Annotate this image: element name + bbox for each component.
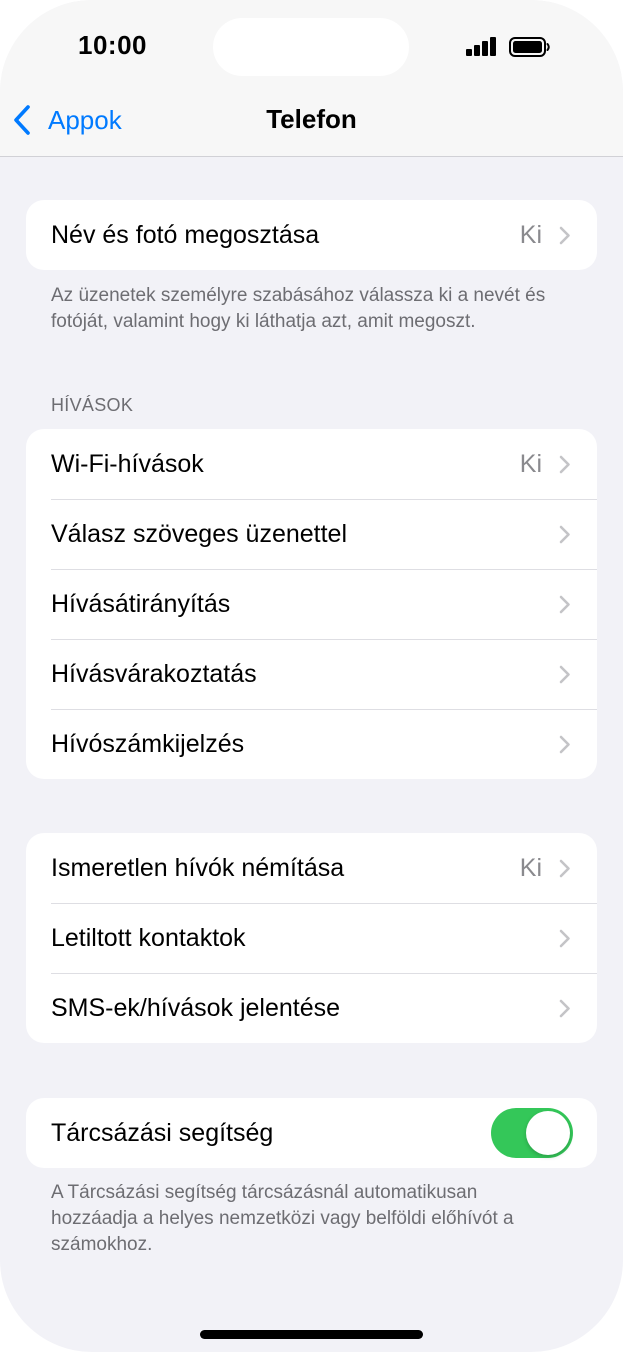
- blocking-group: Ismeretlen hívók némítása Ki Letiltott k…: [26, 833, 597, 1043]
- share-group: Név és fotó megosztása Ki: [26, 200, 597, 270]
- home-indicator[interactable]: [200, 1330, 423, 1339]
- battery-icon: [509, 37, 550, 57]
- chevron-right-icon: [559, 226, 570, 245]
- chevron-right-icon: [559, 859, 570, 878]
- row-value: Ki: [519, 854, 542, 882]
- dial-assist-footer: A Tárcsázási segítség tárcsázásnál autom…: [51, 1182, 514, 1255]
- chevron-right-icon: [559, 735, 570, 754]
- row-label: Hívásvárakoztatás: [51, 660, 257, 688]
- dynamic-island: [213, 18, 409, 76]
- row-label: Hívásátirányítás: [51, 590, 231, 618]
- row-label: Tárcsázási segítség: [51, 1119, 274, 1147]
- top-bar: 10:00 Appok Telefon: [0, 0, 623, 157]
- row-label: Letiltott kontaktok: [51, 924, 246, 952]
- silence-unknown-callers-row[interactable]: Ismeretlen hívók némítása Ki: [26, 833, 597, 903]
- row-label: Válasz szöveges üzenettel: [51, 520, 348, 548]
- caller-id-row[interactable]: Hívószámkijelzés: [26, 709, 597, 779]
- chevron-right-icon: [559, 665, 570, 684]
- chevron-right-icon: [559, 999, 570, 1018]
- toggle-knob: [526, 1111, 570, 1155]
- respond-with-text-row[interactable]: Válasz szöveges üzenettel: [26, 499, 597, 569]
- share-name-photo-row[interactable]: Név és fotó megosztása Ki: [26, 200, 597, 270]
- dial-assist-group: Tárcsázási segítség: [26, 1098, 597, 1168]
- chevron-right-icon: [559, 525, 570, 544]
- share-footer: Az üzenetek személyre szabásához válassz…: [51, 285, 546, 332]
- status-time: 10:00: [78, 30, 147, 60]
- chevron-right-icon: [559, 595, 570, 614]
- sms-call-reporting-row[interactable]: SMS-ek/hívások jelentése: [26, 973, 597, 1043]
- row-label: Név és fotó megosztása: [51, 221, 320, 249]
- call-waiting-row[interactable]: Hívásvárakoztatás: [26, 639, 597, 709]
- dial-assist-toggle[interactable]: [491, 1108, 573, 1158]
- chevron-right-icon: [559, 929, 570, 948]
- calls-section-header: HÍVÁSOK: [51, 395, 134, 415]
- phone-screen: 10:00 Appok Telefon Név és fotó megosztá…: [0, 0, 623, 1352]
- chevron-right-icon: [559, 455, 570, 474]
- dial-assist-row: Tárcsázási segítség: [26, 1098, 597, 1168]
- row-value: Ki: [519, 450, 542, 478]
- wifi-calling-row[interactable]: Wi-Fi-hívások Ki: [26, 429, 597, 499]
- row-label: Ismeretlen hívók némítása: [51, 854, 345, 882]
- calls-group: Wi-Fi-hívások Ki Válasz szöveges üzenett…: [26, 429, 597, 779]
- row-value: Ki: [519, 221, 542, 249]
- call-forwarding-row[interactable]: Hívásátirányítás: [26, 569, 597, 639]
- cellular-signal-icon: [466, 36, 498, 56]
- blocked-contacts-row[interactable]: Letiltott kontaktok: [26, 903, 597, 973]
- row-label: SMS-ek/hívások jelentése: [51, 994, 341, 1022]
- page-title: Telefon: [266, 104, 357, 134]
- row-label: Wi-Fi-hívások: [51, 450, 204, 478]
- row-label: Hívószámkijelzés: [51, 730, 245, 758]
